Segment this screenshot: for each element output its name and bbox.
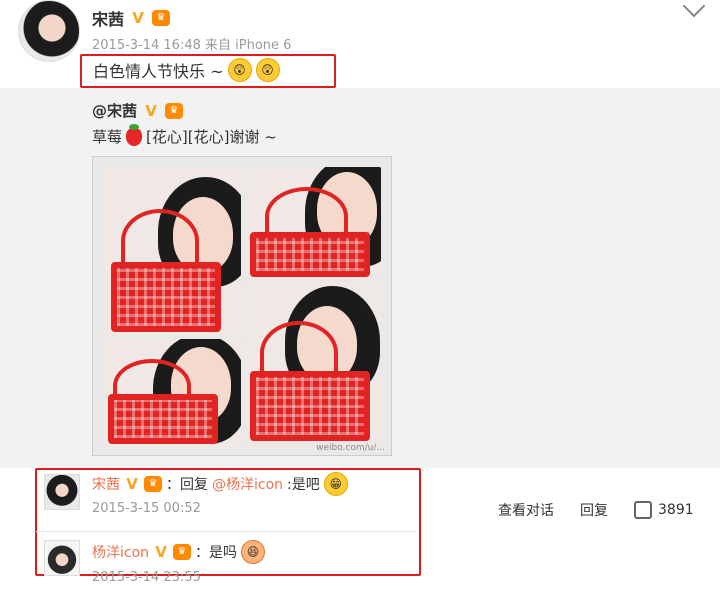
laughing-emoji-icon: 😆 [241,540,266,564]
author-avatar[interactable] [18,0,80,62]
comment-time: 2015-3-14 23:55 [92,570,201,585]
comment-mention[interactable]: @杨洋icon [212,474,283,494]
collage-tile[interactable] [103,167,241,335]
repost-text-before: 草莓 [92,128,123,146]
verified-badge-icon: V [126,475,138,493]
comment-avatar[interactable] [44,540,80,576]
comment-text-prefix: ：回复 [166,477,208,493]
grin-emoji-icon: 😁 [323,472,348,496]
comment-text: ：是吗 [195,545,238,561]
comment-time: 2015-3-15 00:52 [92,501,201,516]
vip-badge-icon: ♛ [152,10,171,26]
verified-badge-icon: V [155,543,167,561]
view-conversation-link[interactable]: 查看对话 [498,500,554,520]
like-button[interactable]: 3891 [634,501,694,519]
post-text: 白色情人节快乐 ~ [93,62,224,81]
chevron-down-icon[interactable] [682,0,706,18]
verified-badge-icon: V [132,9,144,27]
thumbs-up-icon [634,501,652,519]
comment-author[interactable]: 宋茜 [92,474,120,494]
vip-badge-icon: ♛ [173,544,192,560]
verified-badge-icon: V [145,101,157,120]
vip-badge-icon: ♛ [144,476,162,492]
surprised-emoji-icon: 😲 [255,58,280,82]
comment-divider [36,531,416,532]
comment-text-suffix: :是吧 [287,477,320,493]
comment-author[interactable]: 杨洋icon [92,542,149,562]
vip-badge-icon: ♛ [165,102,184,119]
author-name[interactable]: 宋茜 [92,6,124,30]
repost-text-after: [花心][花心]谢谢 ~ [146,128,277,146]
like-count: 3891 [658,502,694,518]
strawberry-icon [126,123,143,146]
collage-tile[interactable] [245,281,381,447]
collage-tile[interactable] [103,339,241,447]
repost-author[interactable]: @宋茜 [92,100,137,121]
post-meta: 2015-3-14 16:48 来自 iPhone 6 [92,38,292,53]
image-watermark: weibo.com/u/... [316,443,385,453]
photo-collage[interactable]: weibo.com/u/... [92,156,392,456]
surprised-emoji-icon: 😲 [227,58,252,82]
comment-avatar[interactable] [44,474,80,510]
reply-link[interactable]: 回复 [580,500,608,520]
collage-tile[interactable] [245,167,381,277]
